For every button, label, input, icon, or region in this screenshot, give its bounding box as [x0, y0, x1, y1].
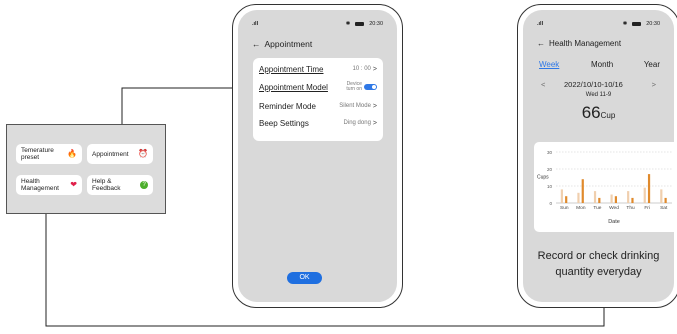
bar: [581, 179, 584, 203]
row-label: Appointment Model: [259, 82, 328, 92]
chevron-right-icon: >: [372, 102, 377, 110]
x-axis-label: Date: [608, 219, 620, 225]
bluetooth-icon: ✱: [345, 21, 351, 27]
main-menu-panel: Temerature preset 🔥 Appointment ⏰ Health…: [6, 124, 166, 214]
menu-appointment[interactable]: Appointment ⏰: [87, 144, 153, 164]
bar: [610, 194, 613, 203]
row-appointment-model[interactable]: Appointment Model Device turn on: [259, 80, 377, 94]
ok-button[interactable]: OK: [287, 272, 322, 284]
row-value: Ding dong: [343, 120, 371, 126]
appointment-screen: .ıll ✱ 20:30 ← Appointment Appointment T…: [238, 10, 397, 302]
y-tick-label: 0: [549, 201, 552, 206]
tab-month[interactable]: Month: [591, 60, 613, 69]
row-value: Silent Mode: [339, 103, 371, 109]
status-bar: .ıll ✱ 20:30: [238, 21, 397, 29]
row-label: Appointment Time: [259, 64, 324, 74]
weekly-chart-card: 0 10 20 30 Cups Sun Mon Tue Wed Thu Fri Sat Date: [534, 142, 674, 232]
bar: [577, 192, 580, 203]
date-range: 2022/10/10-10/16: [564, 80, 623, 89]
y-axis-label: Cups: [537, 175, 549, 181]
bar: [664, 197, 667, 203]
menu-label: Appointment: [92, 150, 129, 158]
tab-week[interactable]: Week: [539, 60, 559, 69]
x-tick-label: Fri: [644, 205, 650, 211]
menu-temperature-preset[interactable]: Temerature preset 🔥: [16, 144, 82, 164]
signal-icon: .ıll: [537, 21, 544, 27]
battery-icon: [632, 22, 642, 26]
appointment-phone: .ıll ✱ 20:30 ← Appointment Appointment T…: [232, 4, 403, 308]
x-tick-label: Sat: [660, 205, 668, 211]
bar: [565, 196, 568, 203]
chevron-right-icon: >: [372, 65, 377, 73]
row-reminder-mode[interactable]: Reminder Mode Silent Mode >: [259, 99, 377, 113]
flame-icon: 🔥: [67, 149, 77, 158]
bar: [627, 191, 630, 203]
row-value-line2: turn on: [346, 86, 362, 92]
y-tick-label: 30: [547, 150, 553, 155]
row-label: Reminder Mode: [259, 101, 316, 111]
nav-header: ← Health Management: [537, 39, 621, 48]
menu-label: Health Management: [21, 178, 59, 192]
menu-label: Help & Feedback: [92, 178, 121, 192]
health-phone: .ıll ✱ 20:30 ← Health Management Week Mo…: [517, 4, 677, 308]
bar: [643, 187, 646, 203]
weekly-bar-chart: 0 10 20 30 Cups Sun Mon Tue Wed Thu Fri Sat Date: [537, 150, 672, 225]
x-tick-label: Wed: [609, 205, 619, 211]
row-appointment-time[interactable]: Appointment Time 10 : 00 >: [259, 62, 377, 76]
signal-icon: .ıll: [252, 21, 259, 27]
row-label: Beep Settings: [259, 118, 309, 128]
total-value: 66: [581, 103, 601, 122]
appointment-settings-card: Appointment Time 10 : 00 > Appointment Mo…: [253, 58, 383, 141]
x-tick-label: Sun: [560, 205, 569, 211]
total-cups: 66Cup: [523, 103, 674, 123]
status-time: 20:30: [369, 21, 383, 27]
heart-icon: ❤: [70, 180, 77, 189]
bar: [560, 189, 563, 203]
prev-arrow-icon[interactable]: <: [541, 80, 545, 89]
toggle-switch[interactable]: [364, 84, 377, 90]
selected-day: Wed 11-9: [585, 92, 612, 98]
bar: [593, 191, 597, 203]
caption: Record or check drinking quantity everyd…: [537, 250, 660, 278]
row-value: 10 : 00: [352, 66, 371, 72]
bar: [598, 197, 601, 203]
row-beep-settings[interactable]: Beep Settings Ding dong >: [259, 116, 377, 130]
bluetooth-icon: ✱: [622, 21, 628, 27]
tab-year[interactable]: Year: [644, 60, 660, 69]
back-arrow-icon[interactable]: ←: [252, 39, 261, 49]
page-title: Appointment: [264, 39, 313, 49]
x-tick-label: Mon: [576, 205, 586, 211]
bar: [614, 196, 617, 203]
next-arrow-icon[interactable]: >: [652, 80, 656, 89]
menu-help-feedback[interactable]: Help & Feedback ?: [87, 175, 153, 195]
y-tick-label: 20: [547, 167, 553, 172]
bar: [660, 189, 663, 203]
status-bar: .ıll ✱ 20:30: [523, 21, 674, 29]
status-time: 20:30: [646, 21, 660, 27]
y-tick-label: 10: [547, 184, 553, 189]
chevron-right-icon: >: [372, 119, 377, 127]
health-screen: .ıll ✱ 20:30 ← Health Management Week Mo…: [523, 10, 674, 302]
bar: [631, 197, 634, 203]
nav-header: ← Appointment: [252, 39, 312, 49]
x-tick-label: Tue: [593, 205, 601, 211]
battery-icon: [355, 22, 365, 26]
bar: [647, 174, 651, 203]
page-title: Health Management: [549, 39, 622, 48]
alarm-clock-icon: ⏰: [138, 149, 148, 158]
x-tick-label: Thu: [626, 205, 635, 211]
menu-label: Temerature preset: [21, 147, 54, 161]
question-icon: ?: [140, 181, 148, 189]
back-arrow-icon[interactable]: ←: [537, 39, 545, 48]
menu-health-management[interactable]: Health Management ❤: [16, 175, 82, 195]
total-unit: Cup: [600, 111, 616, 120]
